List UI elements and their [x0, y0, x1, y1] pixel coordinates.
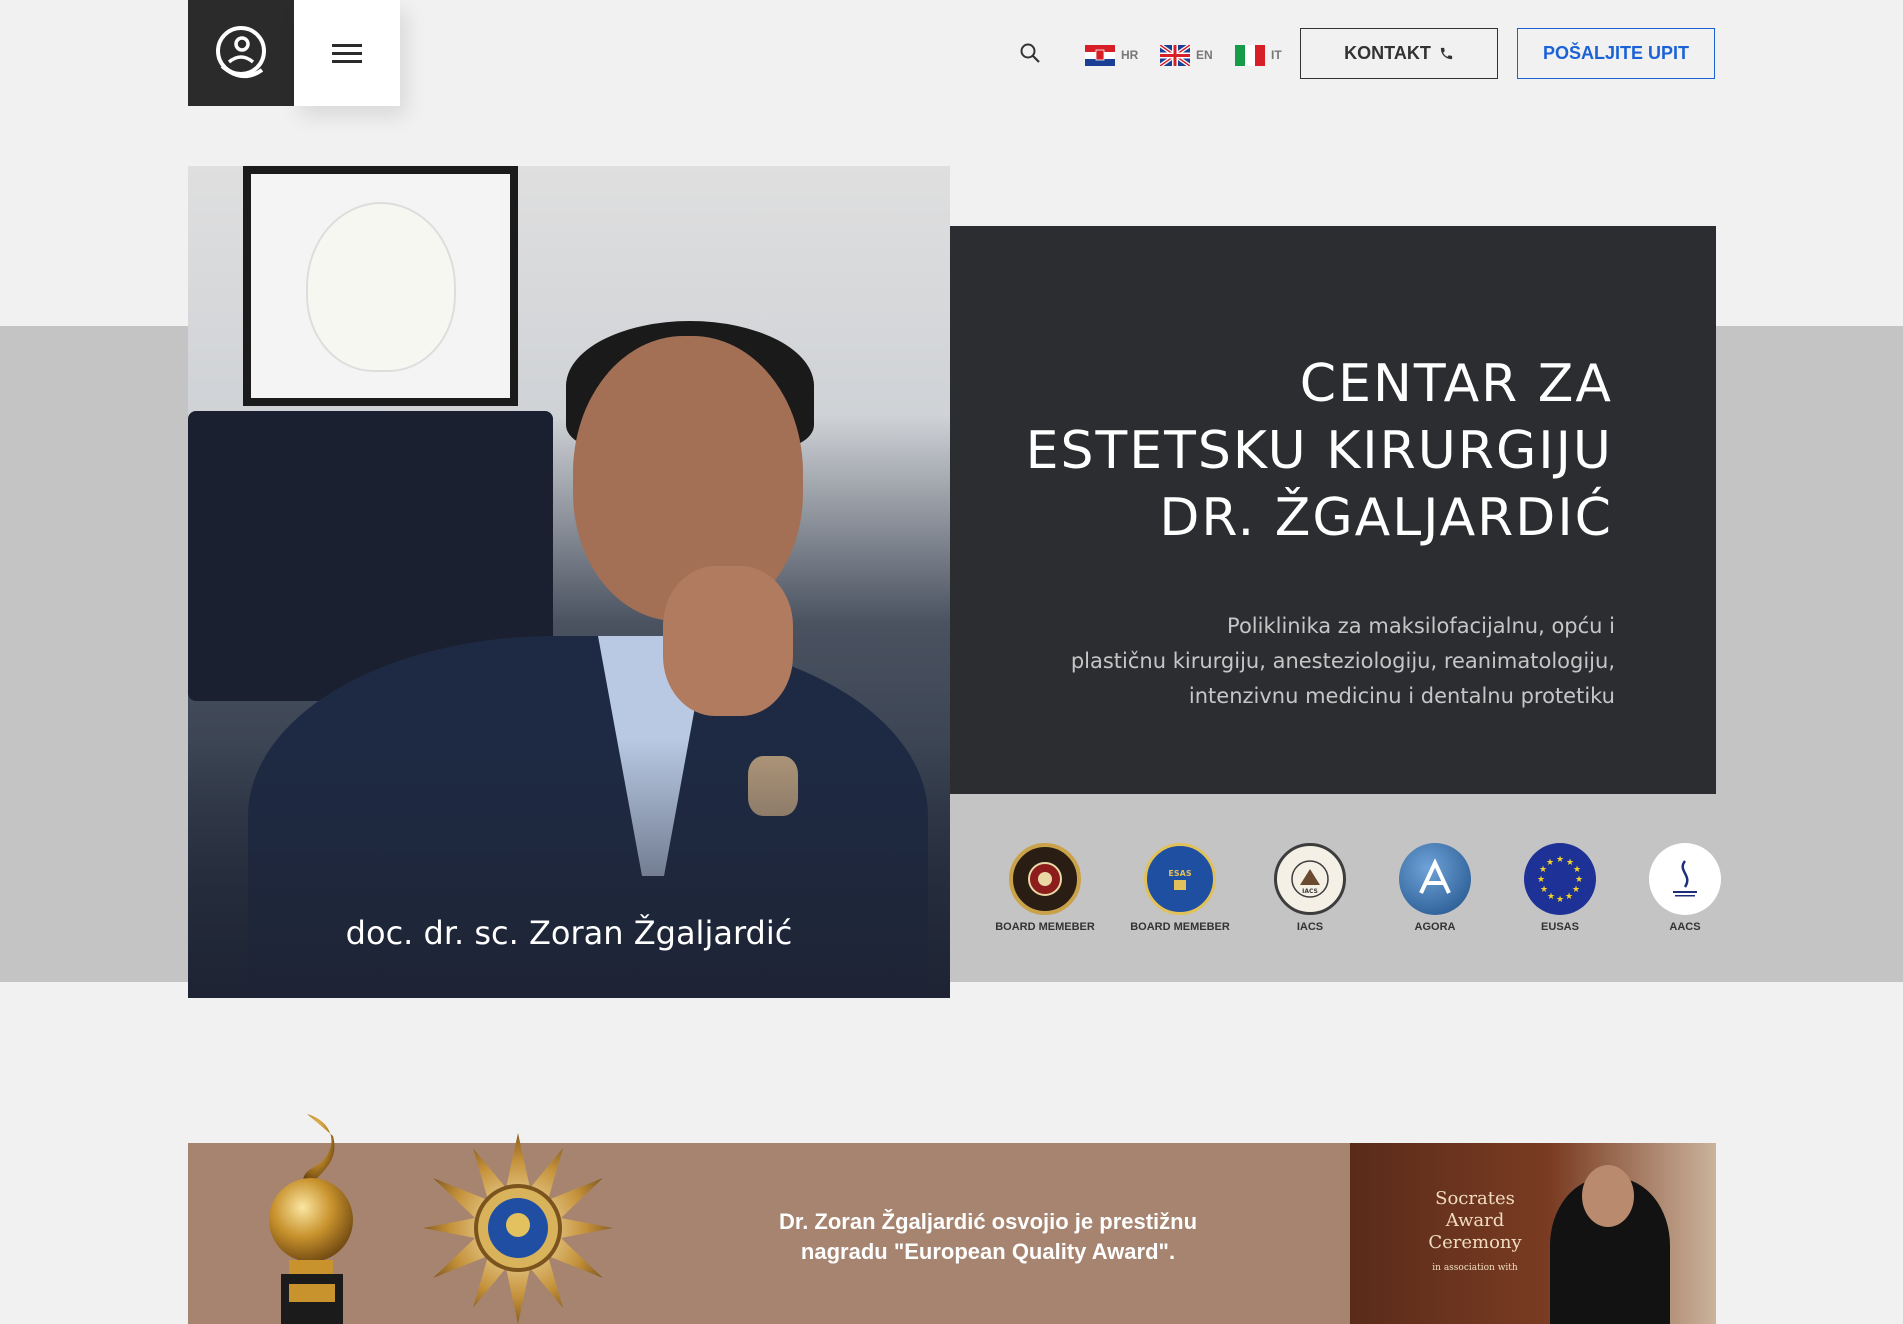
certificate-frame: [243, 166, 518, 406]
svg-text:★: ★: [1565, 892, 1573, 902]
eusas-stars-icon: ★ ★ ★ ★ ★ ★ ★ ★ ★ ★ ★ ★: [1524, 843, 1596, 915]
language-code: HR: [1121, 48, 1139, 62]
menu-button[interactable]: [294, 0, 400, 106]
award-banner[interactable]: Dr. Zoran Žgaljardić osvojio je prestižn…: [188, 1114, 1716, 1324]
svg-text:★: ★: [1556, 855, 1564, 865]
hero-panel: CENTAR ZA ESTETSKU KIRURGIJU DR. ŽGALJAR…: [950, 226, 1716, 794]
svg-text:IACS: IACS: [1302, 888, 1318, 895]
svg-text:★: ★: [1556, 895, 1564, 905]
iacs-seal-icon: IACS: [1274, 843, 1346, 915]
award-text-line: nagradu "European Quality Award".: [800, 1239, 1176, 1264]
language-it[interactable]: IT: [1235, 43, 1282, 67]
esas-seal-icon: ESAS: [1144, 843, 1216, 915]
svg-text:★: ★: [1547, 892, 1555, 902]
badge-label: BOARD MEMEBER: [1130, 921, 1230, 933]
language-code: EN: [1196, 48, 1213, 62]
hero-title-line: ESTETSKU KIRURGIJU: [1025, 421, 1613, 481]
badge-agora[interactable]: AGORA: [1380, 843, 1490, 933]
hero-subtitle-line: Poliklinika za maksilofacijalnu, opću i: [1227, 614, 1615, 638]
ceremony-plaque: Socrates Award Ceremony in association w…: [1410, 1188, 1540, 1274]
academy-seal-icon: [1009, 843, 1081, 915]
logo-icon: [216, 26, 266, 78]
aacs-logo-icon: [1649, 843, 1721, 915]
hero-title-line: DR. ŽGALJARDIĆ: [1159, 488, 1613, 548]
badge-aacs[interactable]: AACS: [1630, 843, 1740, 933]
doctor-photo: doc. dr. sc. Zoran Žgaljardić: [188, 166, 950, 998]
badge-iacs[interactable]: IACS IACS: [1255, 843, 1365, 933]
award-text-line: Dr. Zoran Žgaljardić osvojio je prestižn…: [778, 1209, 1198, 1234]
svg-text:★: ★: [1537, 875, 1545, 885]
hero-title-line: CENTAR ZA: [1299, 354, 1613, 414]
badge-label: EUSAS: [1541, 921, 1579, 933]
hero-subtitle-line: intenzivnu medicinu i dentalnu protetiku: [1188, 684, 1615, 708]
trophy-icon: [269, 1114, 353, 1324]
contact-button-label: KONTAKT: [1344, 43, 1431, 63]
language-code: IT: [1271, 48, 1282, 62]
badge-esas[interactable]: ESAS BOARD MEMEBER: [1125, 843, 1235, 933]
plaque-line: Ceremony: [1428, 1232, 1522, 1253]
svg-text:★: ★: [1573, 865, 1581, 875]
flag-uk-icon: [1160, 44, 1190, 66]
agora-logo-icon: [1399, 843, 1471, 915]
badge-academy[interactable]: BOARD MEMEBER: [990, 843, 1100, 933]
badge-eusas[interactable]: ★ ★ ★ ★ ★ ★ ★ ★ ★ ★ ★ ★ EUSAS: [1505, 843, 1615, 933]
svg-text:★: ★: [1546, 858, 1554, 868]
contact-button[interactable]: KONTAKT: [1300, 28, 1498, 79]
language-en[interactable]: EN: [1160, 43, 1213, 67]
plaque-line: Socrates: [1435, 1188, 1515, 1209]
award-ceremony-photo: Socrates Award Ceremony in association w…: [1350, 1143, 1716, 1324]
photo-caption: doc. dr. sc. Zoran Žgaljardić: [345, 914, 793, 952]
send-inquiry-label: POŠALJITE UPIT: [1542, 43, 1690, 63]
hero-subtitle: Poliklinika za maksilofacijalnu, opću i …: [1055, 609, 1615, 714]
send-inquiry-button[interactable]: POŠALJITE UPIT: [1517, 28, 1715, 79]
award-text: Dr. Zoran Žgaljardić osvojio je prestižn…: [738, 1207, 1238, 1267]
svg-text:★: ★: [1575, 875, 1583, 885]
svg-text:ESAS: ESAS: [1168, 869, 1191, 878]
plaque-small-text: in association with: [1432, 1263, 1518, 1273]
hamburger-icon: [332, 39, 362, 68]
badge-label: BOARD MEMEBER: [995, 921, 1095, 933]
medal-icon: [423, 1133, 613, 1324]
flag-it-icon: [1235, 44, 1265, 66]
hero-title: CENTAR ZA ESTETSKU KIRURGIJU DR. ŽGALJAR…: [933, 351, 1613, 552]
plaque-line: Award: [1445, 1210, 1505, 1231]
badge-label: AACS: [1669, 921, 1701, 933]
membership-badges: BOARD MEMEBER ESAS BOARD MEMEBER IACS IA…: [990, 843, 1721, 933]
flag-hr-icon: [1085, 44, 1115, 66]
phone-icon: [1440, 47, 1452, 60]
svg-text:★: ★: [1572, 885, 1580, 895]
badge-label: AGORA: [1414, 921, 1456, 933]
language-hr[interactable]: HR: [1085, 43, 1138, 67]
badge-label: IACS: [1296, 921, 1324, 933]
site-logo[interactable]: [188, 0, 294, 106]
search-icon[interactable]: [1019, 42, 1041, 64]
hero-subtitle-line: plastičnu kirurgiju, anesteziologiju, re…: [1070, 649, 1615, 673]
svg-text:★: ★: [1540, 885, 1548, 895]
